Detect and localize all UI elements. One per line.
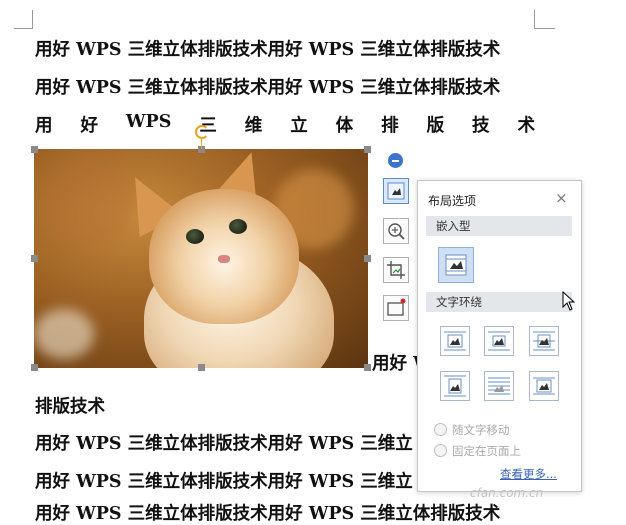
rotate-handle-icon[interactable] [195,125,209,139]
option-label: 固定在页面上 [452,444,521,458]
wrap-option-behind-text[interactable] [484,371,514,401]
char: WPS [125,112,172,132]
wrap-option-square[interactable] [440,326,470,356]
bokeh [44,159,134,249]
char: 体 [335,116,354,136]
resize-handle-left[interactable] [31,255,38,262]
radio-icon[interactable] [434,423,447,436]
wrap-option-tight[interactable] [484,326,514,356]
cat-eye [229,219,247,234]
cat-eye [186,229,204,244]
wrap-option-top-bottom[interactable] [440,371,470,401]
wrap-tight-icon [488,331,510,351]
bokeh [34,309,94,359]
document-line: 用好 WPS 三维立体排版技术用好 WPS 三维立 [35,472,413,492]
page-corner-mark-top-right [534,10,555,29]
crop-icon [387,261,405,279]
document-line: 用好 WPS 三维立体排版技术用好 WPS 三维立体排版技术 [35,40,501,60]
document-line: 用好 WPS 三维立体排版技术用好 WPS 三维立体排版技术 [35,504,501,524]
close-icon[interactable]: × [555,189,568,207]
wrap-through-icon [533,331,555,351]
document-line-justified: 用 好 WPS 三 维 立 体 排 版 技 术 [35,112,535,137]
resize-handle-bottom-right[interactable] [364,364,371,371]
cat-photo[interactable] [34,149,368,368]
option-move-with-text[interactable]: 随文字移动 [434,422,510,438]
resize-handle-bottom[interactable] [198,364,205,371]
wrap-option-inline[interactable] [438,247,474,283]
radio-icon[interactable] [434,444,447,457]
char: 立 [290,116,308,136]
page-corner-mark-top-left [14,10,33,29]
option-label: 随文字移动 [452,423,510,437]
see-more-link[interactable]: 查看更多... [500,466,557,482]
wrap-top-bottom-icon [444,375,466,397]
char: 好 [80,116,98,136]
mouse-pointer-icon [562,291,576,311]
option-fix-on-page[interactable]: 固定在页面上 [434,443,521,459]
char: 版 [426,116,445,136]
inline-section-header: 嵌入型 [426,216,572,236]
char: 术 [517,116,535,136]
document-line: 排版技术 [35,397,105,417]
cat-nose [218,255,230,263]
collapse-toolbar-button[interactable] [388,153,403,168]
wrap-in-front-icon [533,377,555,395]
panel-title: 布局选项 [428,194,477,208]
image-border-button[interactable] [383,295,409,321]
crop-button[interactable] [383,257,409,283]
wrap-option-in-front[interactable] [529,371,559,401]
wrap-inline-icon [445,254,467,276]
char: 用 [35,116,53,136]
wrap-option-through[interactable] [529,326,559,356]
document-line: 用好 WPS 三维立体排版技术用好 WPS 三维立 [35,434,413,454]
wrap-behind-icon [488,377,510,395]
layout-options-icon [387,182,405,200]
resize-handle-bottom-left[interactable] [31,364,38,371]
char: 排 [381,116,399,136]
resize-handle-top-left[interactable] [31,146,38,153]
char: 维 [244,116,263,136]
layout-options-button[interactable] [383,178,409,204]
watermark-text: cfan.com.cn [470,486,544,500]
char: 技 [472,116,490,136]
wrap-square-icon [444,331,466,351]
text-wrap-section-header: 文字环绕 [426,292,572,312]
layout-options-panel: 布局选项 × 嵌入型 文字环绕 随文字移动 固定在页面上 查看更多... [417,180,582,492]
image-border-icon [387,298,406,316]
resize-handle-top-right[interactable] [364,146,371,153]
rotate-handle-stem [201,139,202,149]
resize-handle-right[interactable] [364,255,371,262]
document-line: 用好 WPS 三维立体排版技术用好 WPS 三维立体排版技术 [35,78,501,98]
zoom-in-button[interactable] [383,218,409,244]
zoom-in-icon [388,223,405,240]
